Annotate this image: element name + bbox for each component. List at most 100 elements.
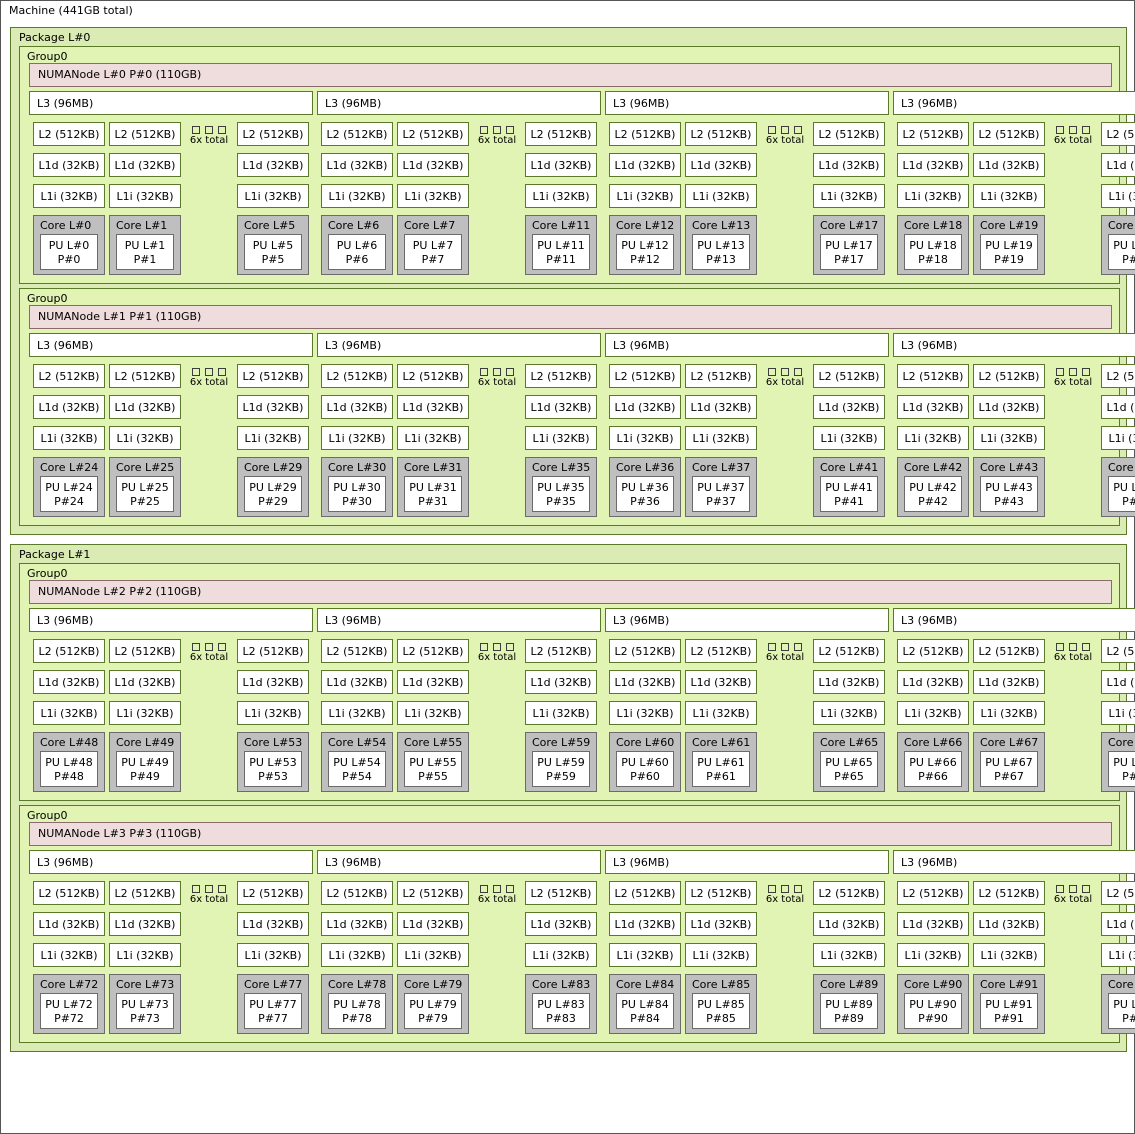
pu-physical-label: P#43 xyxy=(981,495,1037,509)
core-box: Core L#65PU L#65P#65 xyxy=(813,732,885,792)
ellipsis-square xyxy=(1056,885,1064,893)
l1d-cache-label: L1d (32KB) xyxy=(686,913,756,931)
ellipsis-label: 6x total xyxy=(473,377,521,388)
l1i-cache-box: L1i (32KB) xyxy=(525,701,597,725)
l1d-cache-box: L1d (32KB) xyxy=(609,670,681,694)
ellipsis-square xyxy=(493,368,501,376)
ellipsis-squares xyxy=(1049,642,1097,651)
core-box: Core L#5PU L#5P#5 xyxy=(237,215,309,275)
core-box: Core L#36PU L#36P#36 xyxy=(609,457,681,517)
pu-box: PU L#18P#18 xyxy=(904,234,962,270)
l1d-cache-box: L1d (32KB) xyxy=(897,395,969,419)
machine-box: Machine (441GB total) Package L#0Group0N… xyxy=(0,0,1135,1134)
pu-physical-label: P#84 xyxy=(617,1012,673,1026)
pu-box: PU L#90P#90 xyxy=(904,993,962,1029)
l1i-cache-box: L1i (32KB) xyxy=(33,426,105,450)
ellipsis-square xyxy=(480,126,488,134)
core-box: Core L#77PU L#77P#77 xyxy=(237,974,309,1034)
l1i-cache-label: L1i (32KB) xyxy=(526,702,596,720)
core-box: Core L#30PU L#30P#30 xyxy=(321,457,393,517)
ellipsis-squares xyxy=(185,884,233,893)
pu-physical-label: P#23 xyxy=(1109,253,1135,267)
core-box: Core L#95PU L#95P#95 xyxy=(1101,974,1135,1034)
l1d-cache-label: L1d (32KB) xyxy=(110,913,180,931)
ellipsis-label: 6x total xyxy=(473,135,521,146)
ellipsis-square xyxy=(1069,885,1077,893)
pu-box: PU L#19P#19 xyxy=(980,234,1038,270)
pu-logical-label: PU L#11 xyxy=(533,239,589,253)
l3-cache-label: L3 (96MB) xyxy=(30,334,312,352)
ellipsis-square xyxy=(794,885,802,893)
l2-cache-box: L2 (512KB) xyxy=(685,639,757,663)
pu-box: PU L#37P#37 xyxy=(692,476,750,512)
l2-cache-box: L2 (512KB) xyxy=(973,122,1045,146)
pu-box: PU L#61P#61 xyxy=(692,751,750,787)
ellipsis-marker: 6x total xyxy=(1049,642,1097,663)
l1d-cache-box: L1d (32KB) xyxy=(33,670,105,694)
core-label: Core L#37 xyxy=(686,458,756,474)
pu-logical-label: PU L#25 xyxy=(117,481,173,495)
l1i-cache-box: L1i (32KB) xyxy=(609,184,681,208)
l1d-cache-box: L1d (32KB) xyxy=(973,670,1045,694)
core-box: Core L#73PU L#73P#73 xyxy=(109,974,181,1034)
l2-cache-box: L2 (512KB) xyxy=(525,122,597,146)
l2-cache-label: L2 (512KB) xyxy=(526,882,596,900)
l1i-cache-box: L1i (32KB) xyxy=(109,426,181,450)
l3-cache-box: L3 (96MB) xyxy=(317,91,601,115)
core-label: Core L#89 xyxy=(814,975,884,991)
pu-box: PU L#53P#53 xyxy=(244,751,302,787)
core-label: Core L#61 xyxy=(686,733,756,749)
l1i-cache-box: L1i (32KB) xyxy=(321,426,393,450)
ellipsis-marker: 6x total xyxy=(761,884,809,905)
l1d-cache-box: L1d (32KB) xyxy=(525,912,597,936)
l1d-cache-box: L1d (32KB) xyxy=(1101,670,1135,694)
core-label: Core L#55 xyxy=(398,733,468,749)
pu-logical-label: PU L#35 xyxy=(533,481,589,495)
l1i-cache-label: L1i (32KB) xyxy=(1102,702,1135,720)
l1i-cache-label: L1i (32KB) xyxy=(974,702,1044,720)
l1i-cache-box: L1i (32KB) xyxy=(237,701,309,725)
l2-cache-label: L2 (512KB) xyxy=(322,882,392,900)
core-box: Core L#18PU L#18P#18 xyxy=(897,215,969,275)
pu-physical-label: P#12 xyxy=(617,253,673,267)
core-label: Core L#90 xyxy=(898,975,968,991)
ellipsis-marker: 6x total xyxy=(473,125,521,146)
pu-logical-label: PU L#0 xyxy=(41,239,97,253)
pu-logical-label: PU L#67 xyxy=(981,756,1037,770)
l2-cache-box: L2 (512KB) xyxy=(321,639,393,663)
core-box: Core L#17PU L#17P#17 xyxy=(813,215,885,275)
l1i-cache-label: L1i (32KB) xyxy=(974,185,1044,203)
l1i-cache-label: L1i (32KB) xyxy=(898,944,968,962)
l1d-cache-box: L1d (32KB) xyxy=(33,912,105,936)
l2-cache-label: L2 (512KB) xyxy=(238,365,308,383)
ellipsis-marker: 6x total xyxy=(473,884,521,905)
core-box: Core L#42PU L#42P#42 xyxy=(897,457,969,517)
ellipsis-square xyxy=(794,643,802,651)
l3-cache-label: L3 (96MB) xyxy=(606,92,888,110)
pu-physical-label: P#55 xyxy=(405,770,461,784)
l1d-cache-box: L1d (32KB) xyxy=(685,670,757,694)
ellipsis-squares xyxy=(473,642,521,651)
l1d-cache-label: L1d (32KB) xyxy=(1102,396,1135,414)
pu-physical-label: P#60 xyxy=(617,770,673,784)
pu-logical-label: PU L#91 xyxy=(981,998,1037,1012)
l1i-cache-label: L1i (32KB) xyxy=(898,185,968,203)
pu-logical-label: PU L#53 xyxy=(245,756,301,770)
l1d-cache-box: L1d (32KB) xyxy=(609,395,681,419)
l2-cache-box: L2 (512KB) xyxy=(321,122,393,146)
l2-cache-label: L2 (512KB) xyxy=(814,640,884,658)
l1i-cache-label: L1i (32KB) xyxy=(34,427,104,445)
l2-cache-box: L2 (512KB) xyxy=(321,881,393,905)
l1i-cache-box: L1i (32KB) xyxy=(1101,701,1135,725)
l2-cache-box: L2 (512KB) xyxy=(525,364,597,388)
l1i-cache-box: L1i (32KB) xyxy=(33,184,105,208)
core-box: Core L#59PU L#59P#59 xyxy=(525,732,597,792)
core-box: Core L#7PU L#7P#7 xyxy=(397,215,469,275)
l1d-cache-label: L1d (32KB) xyxy=(238,913,308,931)
l2-cache-box: L2 (512KB) xyxy=(33,881,105,905)
l1i-cache-box: L1i (32KB) xyxy=(1101,426,1135,450)
core-label: Core L#60 xyxy=(610,733,680,749)
pu-logical-label: PU L#7 xyxy=(405,239,461,253)
core-label: Core L#13 xyxy=(686,216,756,232)
core-box: Core L#78PU L#78P#78 xyxy=(321,974,393,1034)
